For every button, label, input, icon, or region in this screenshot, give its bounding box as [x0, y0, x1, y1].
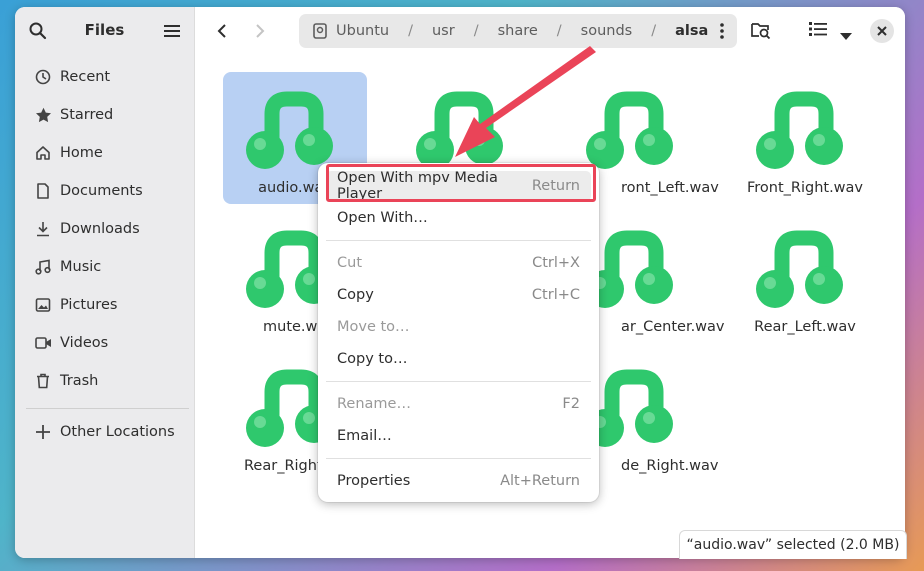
annotation-arrow	[455, 46, 596, 157]
status-bar: “audio.wav” selected (2.0 MB)	[679, 530, 907, 559]
